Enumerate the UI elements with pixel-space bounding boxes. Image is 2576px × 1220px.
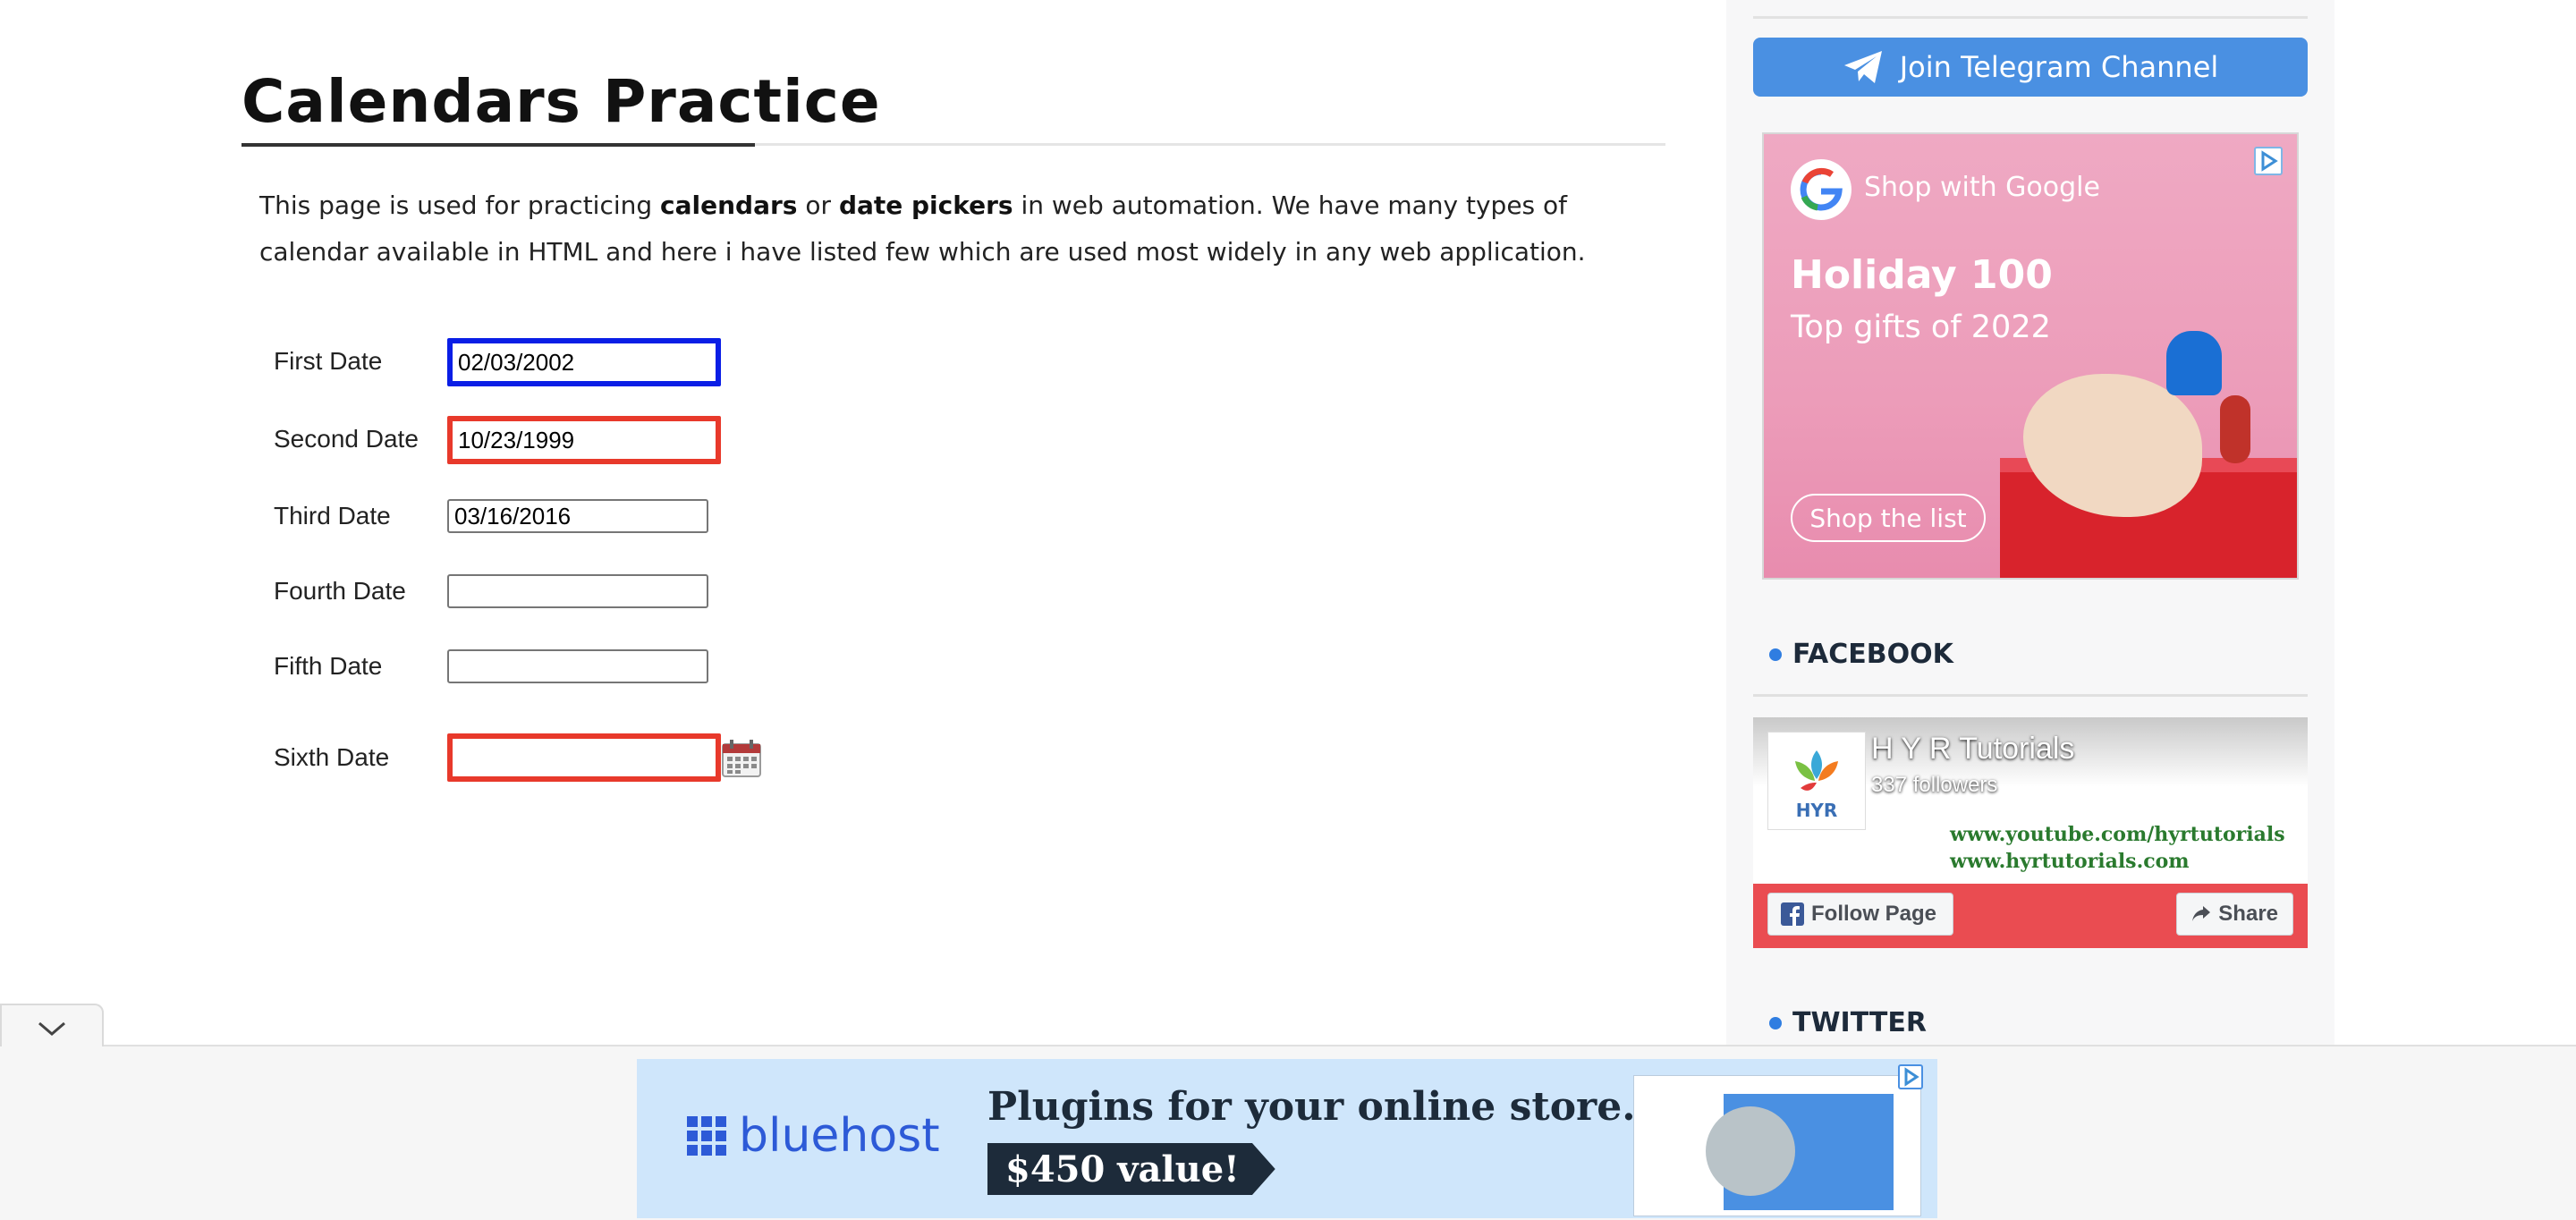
google-shopping-ad[interactable]: Shop with Google Holiday 100 Top gifts o… — [1762, 132, 2299, 580]
facebook-heading: FACEBOOK — [1769, 639, 1953, 670]
intro-text: or — [797, 191, 839, 220]
telegram-icon — [1843, 51, 1882, 83]
calendar-icon[interactable] — [721, 739, 762, 778]
twitter-heading: TWITTER — [1769, 1007, 1927, 1038]
join-telegram-button[interactable]: Join Telegram Channel — [1753, 38, 2308, 97]
third-date-input[interactable] — [447, 499, 708, 533]
ad-product-image — [2220, 395, 2250, 463]
hyr-logo-icon: HYR — [1795, 750, 1838, 821]
adchoices-icon[interactable] — [1898, 1064, 1923, 1089]
sidebar-divider — [1753, 16, 2308, 19]
hyr-logo[interactable]: HYR — [1767, 732, 1866, 830]
twitter-heading-text: TWITTER — [1792, 1007, 1927, 1038]
chevron-down-icon — [38, 1021, 65, 1036]
ad-product-image — [2166, 331, 2222, 395]
google-logo — [1791, 159, 1852, 220]
bluehost-ad-image — [1633, 1075, 1921, 1216]
share-icon — [2192, 906, 2211, 921]
sixth-date-input[interactable] — [447, 733, 721, 782]
facebook-page-widget[interactable]: www.youtube.com/hyrtutorials www.hyrtuto… — [1753, 717, 2308, 948]
fifth-date-input[interactable] — [447, 649, 708, 683]
share-button[interactable]: Share — [2176, 893, 2293, 936]
join-telegram-label: Join Telegram Channel — [1899, 50, 2219, 84]
ad-brand: Shop with Google — [1864, 172, 2100, 203]
follow-page-label: Follow Page — [1811, 902, 1937, 926]
shop-the-list-button[interactable]: Shop the list — [1791, 494, 1986, 542]
first-date-input[interactable] — [447, 338, 721, 386]
facebook-divider — [1753, 694, 2308, 697]
third-date-label: Third Date — [274, 502, 391, 530]
collapse-ad-button[interactable] — [0, 1004, 104, 1046]
bluehost-ad[interactable]: bluehost Plugins for your online store. … — [637, 1059, 1937, 1218]
share-label: Share — [2218, 902, 2278, 926]
intro-bold-calendars: calendars — [660, 191, 798, 220]
ad-subline: Top gifts of 2022 — [1791, 309, 2051, 345]
intro-paragraph: This page is used for practicing calenda… — [259, 182, 1619, 275]
hyr-logo-text: HYR — [1796, 800, 1838, 821]
page-title: Calendars Practice — [242, 67, 881, 136]
follow-page-button[interactable]: Follow Page — [1767, 893, 1954, 936]
bluehost-logo: bluehost — [687, 1109, 940, 1163]
first-date-label: First Date — [274, 347, 383, 375]
fourth-date-input[interactable] — [447, 574, 708, 608]
fb-followers: 337 followers — [1871, 773, 1998, 797]
google-g-icon — [1800, 167, 1843, 211]
ad-headline: Holiday 100 — [1791, 252, 2053, 298]
facebook-icon — [1781, 902, 1804, 926]
title-underline — [242, 143, 755, 147]
bluehost-value-badge: $450 value! — [987, 1143, 1275, 1195]
bluehost-grid-icon — [687, 1116, 726, 1156]
second-date-label: Second Date — [274, 425, 419, 453]
intro-bold-date-pickers: date pickers — [838, 191, 1013, 220]
bluehost-brand-text: bluehost — [739, 1109, 940, 1163]
fb-page-name[interactable]: H Y R Tutorials — [1871, 732, 2074, 767]
adchoices-icon[interactable] — [2254, 147, 2283, 175]
second-date-input[interactable] — [447, 416, 721, 464]
facebook-heading-text: FACEBOOK — [1792, 639, 1953, 670]
bullet-icon — [1769, 1016, 1782, 1029]
fb-cover-site-text: www.hyrtutorials.com — [1950, 850, 2190, 873]
bullet-icon — [1769, 648, 1782, 661]
fifth-date-label: Fifth Date — [274, 652, 383, 680]
fourth-date-label: Fourth Date — [274, 577, 406, 605]
sixth-date-label: Sixth Date — [274, 743, 390, 771]
ad-image-bowl — [1706, 1106, 1795, 1196]
bluehost-headline: Plugins for your online store. — [987, 1084, 1636, 1130]
fb-cover-youtube-text: www.youtube.com/hyrtutorials — [1950, 823, 2285, 846]
intro-text: This page is used for practicing — [259, 191, 661, 220]
